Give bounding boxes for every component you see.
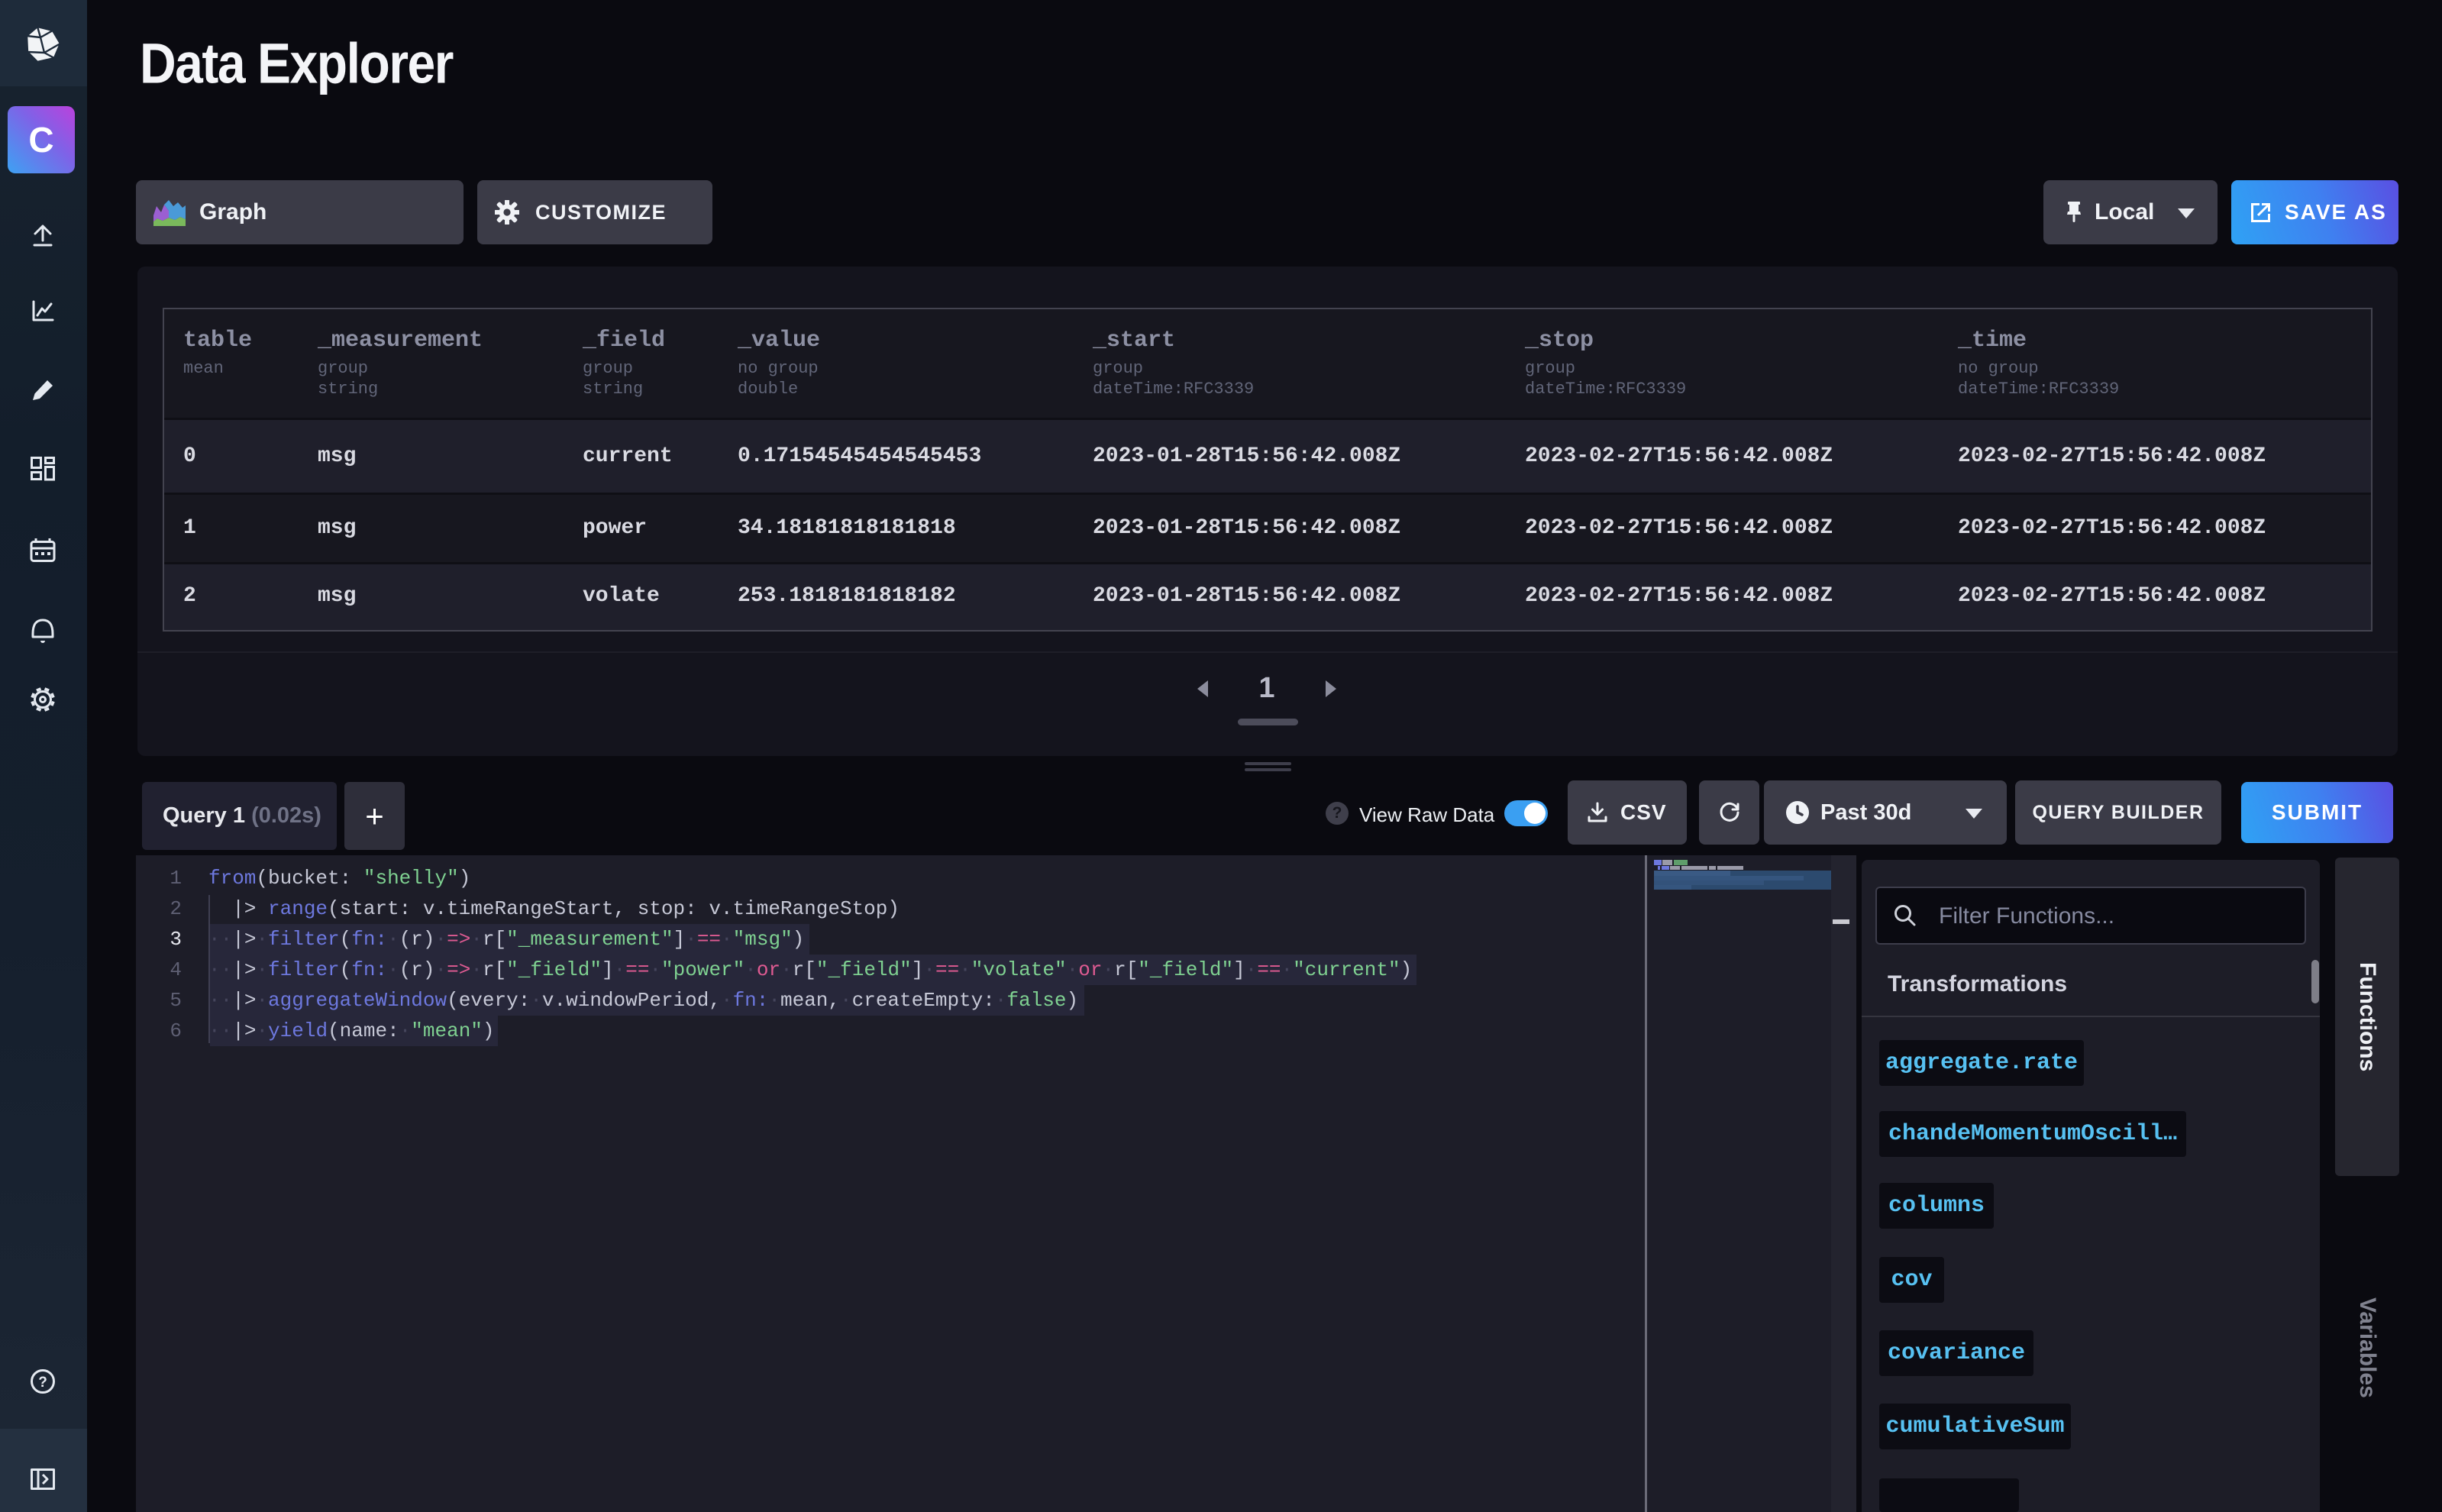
svg-text:?: ?	[38, 1375, 47, 1391]
